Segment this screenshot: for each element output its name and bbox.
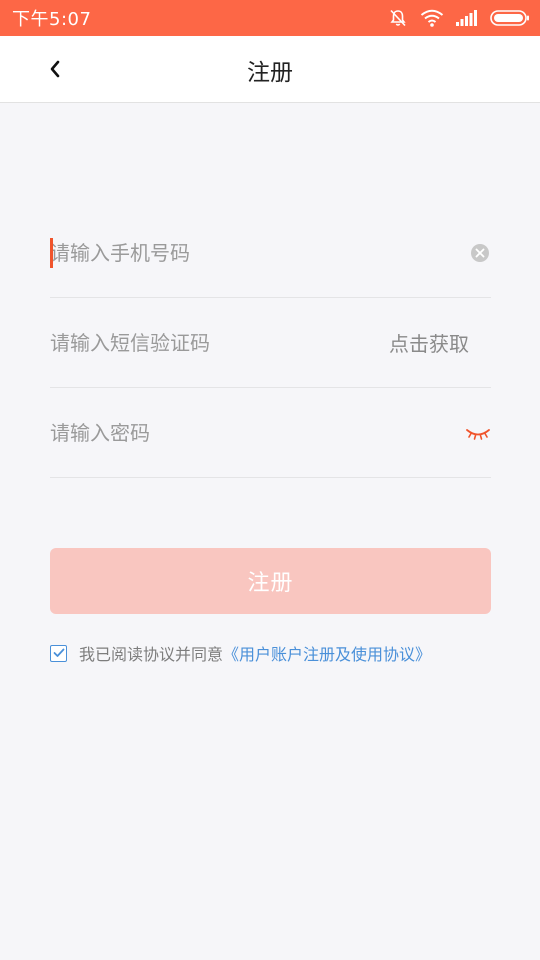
clear-phone-button[interactable] (469, 242, 491, 264)
phone-input[interactable] (50, 232, 469, 273)
chevron-left-icon (50, 60, 60, 78)
wifi-icon (420, 9, 444, 27)
sms-code-field-row: 点击获取 (50, 298, 491, 388)
toggle-password-button[interactable] (465, 423, 491, 443)
register-button[interactable]: 注册 (50, 548, 491, 614)
status-time: 下午5:07 (12, 9, 92, 30)
text-cursor (50, 238, 53, 268)
page-title: 注册 (247, 59, 293, 86)
agreement-row: 我已阅读协议并同意 《用户账户注册及使用协议》 (50, 641, 431, 665)
back-button[interactable] (38, 52, 72, 86)
clear-circle-icon (471, 243, 489, 262)
phone-field-row (50, 208, 491, 298)
password-input[interactable] (50, 412, 465, 453)
bell-off-icon (388, 8, 408, 28)
status-bar: 下午5:07 (0, 0, 540, 36)
sms-code-input[interactable] (50, 322, 389, 363)
agreement-text: 我已阅读协议并同意 (79, 645, 224, 664)
eye-closed-icon (466, 428, 490, 440)
battery-icon (490, 10, 530, 26)
signal-icon (456, 10, 478, 26)
password-field-row (50, 388, 491, 478)
agreement-checkbox[interactable] (50, 644, 67, 662)
register-form: 点击获取 (50, 208, 491, 478)
status-icons (388, 8, 530, 28)
nav-bar: 注册 (0, 36, 540, 103)
get-code-button[interactable]: 点击获取 (389, 328, 469, 357)
agreement-link[interactable]: 《用户账户注册及使用协议》 (223, 641, 431, 665)
checkmark-icon (53, 648, 64, 657)
